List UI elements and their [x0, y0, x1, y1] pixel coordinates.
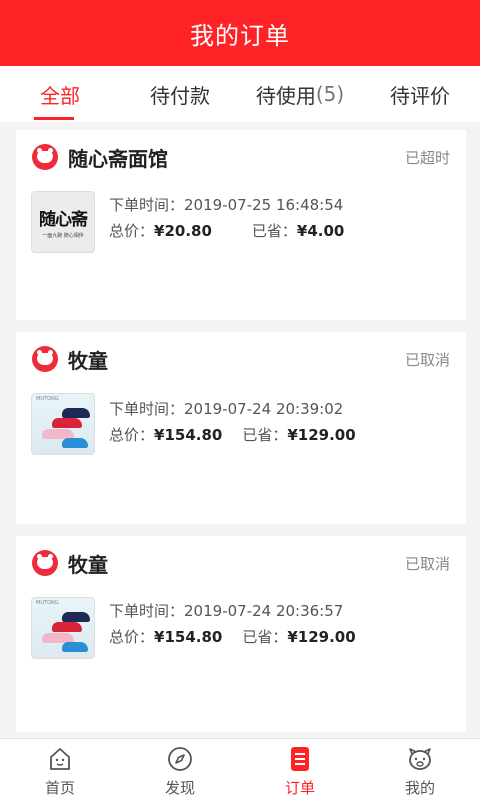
compass-icon [166, 745, 194, 773]
tabbar-item-discover[interactable]: 发现 [120, 739, 240, 800]
order-time: 2019-07-24 20:39:02 [184, 400, 344, 418]
order-card[interactable]: 牧童 已取消 MUTONG 下单时间：2019-07-24 20:36:57 总… [16, 536, 466, 732]
shop-name[interactable]: 牧童 [68, 345, 405, 374]
tab-to-review[interactable]: 待评价 [360, 66, 480, 122]
tab-all[interactable]: 全部 [0, 66, 120, 122]
shop-row: 随心斋面馆 已超时 [32, 140, 450, 174]
saved-label: 已省： [251, 222, 297, 240]
tab-label: 待付款 [150, 83, 210, 108]
order-status: 已取消 [404, 554, 450, 573]
tab-label: 全部 [40, 83, 80, 108]
order-status: 已超时 [404, 148, 450, 167]
shop-name[interactable]: 牧童 [68, 549, 405, 578]
saved-amount: ¥4.00 [296, 222, 345, 240]
tab-label: 待使用 [255, 83, 316, 108]
saved-amount: ¥129.00 [287, 628, 356, 646]
order-time: 2019-07-25 16:48:54 [184, 196, 344, 214]
profile-icon [406, 745, 434, 773]
tabbar-item-profile[interactable]: 我的 [360, 739, 480, 800]
order-time-label: 下单时间： [109, 602, 185, 620]
order-list-icon [286, 745, 314, 773]
total-label: 总价： [109, 628, 155, 646]
shop-row: 牧童 已取消 [32, 546, 450, 580]
home-icon [46, 745, 74, 773]
total-price: ¥154.80 [154, 628, 223, 646]
product-thumbnail[interactable]: MUTONG [31, 597, 95, 659]
shop-logo-icon [32, 550, 58, 576]
order-list[interactable]: 随心斋面馆 已超时 随心斋 一面九碗 随心相伴 下单时间：2019-07-25 … [0, 122, 480, 738]
thumbnail-brand: MUTONG [36, 396, 59, 402]
saved-label: 已省： [242, 628, 288, 646]
thumbnail-slogan: 一面九碗 随心相伴 [42, 233, 84, 239]
shop-logo-icon [32, 144, 58, 170]
tabbar-label: 我的 [404, 779, 435, 797]
app-header: 我的订单 [0, 0, 480, 66]
tab-to-use[interactable]: 待使用 (5) [240, 66, 360, 122]
shop-logo-icon [32, 346, 58, 372]
product-thumbnail[interactable]: 随心斋 一面九碗 随心相伴 [31, 191, 95, 253]
saved-amount: ¥129.00 [287, 426, 356, 444]
tabbar-label: 发现 [164, 779, 195, 797]
total-label: 总价： [109, 426, 155, 444]
order-card[interactable]: 牧童 已取消 MUTONG 下单时间：2019-07-24 20:39:02 总… [16, 332, 466, 524]
tabbar-label: 订单 [284, 779, 315, 797]
shop-name[interactable]: 随心斋面馆 [68, 143, 405, 172]
shop-row: 牧童 已取消 [32, 342, 450, 376]
order-tabs: 全部 待付款 待使用 (5) 待评价 [0, 66, 480, 122]
bottom-tab-bar: 首页 发现 订单 我的 [0, 738, 480, 800]
thumbnail-brand: MUTONG [36, 600, 59, 606]
total-label: 总价： [109, 222, 155, 240]
tab-count-badge: (5) [315, 82, 345, 106]
tabbar-item-orders[interactable]: 订单 [240, 739, 360, 800]
order-time-label: 下单时间： [109, 400, 185, 418]
tab-label: 待评价 [390, 83, 450, 108]
tabbar-label: 首页 [44, 779, 75, 797]
order-time-label: 下单时间： [109, 196, 185, 214]
product-thumbnail[interactable]: MUTONG [31, 393, 95, 455]
order-card[interactable]: 随心斋面馆 已超时 随心斋 一面九碗 随心相伴 下单时间：2019-07-25 … [16, 130, 466, 320]
order-info: 下单时间：2019-07-24 20:39:02 总价：¥154.80 已省：¥1… [109, 396, 356, 448]
order-time: 2019-07-24 20:36:57 [184, 602, 344, 620]
total-price: ¥20.80 [154, 222, 212, 240]
tab-pending-payment[interactable]: 待付款 [120, 66, 240, 122]
order-info: 下单时间：2019-07-24 20:36:57 总价：¥154.80 已省：¥1… [109, 598, 356, 650]
thumbnail-logo-text: 随心斋 [39, 210, 88, 230]
total-price: ¥154.80 [154, 426, 223, 444]
order-info: 下单时间：2019-07-25 16:48:54 总价：¥20.80 已省：¥4.… [109, 192, 344, 244]
tabbar-item-home[interactable]: 首页 [0, 739, 120, 800]
page-title: 我的订单 [190, 21, 290, 50]
saved-label: 已省： [242, 426, 288, 444]
order-status: 已取消 [404, 350, 450, 369]
